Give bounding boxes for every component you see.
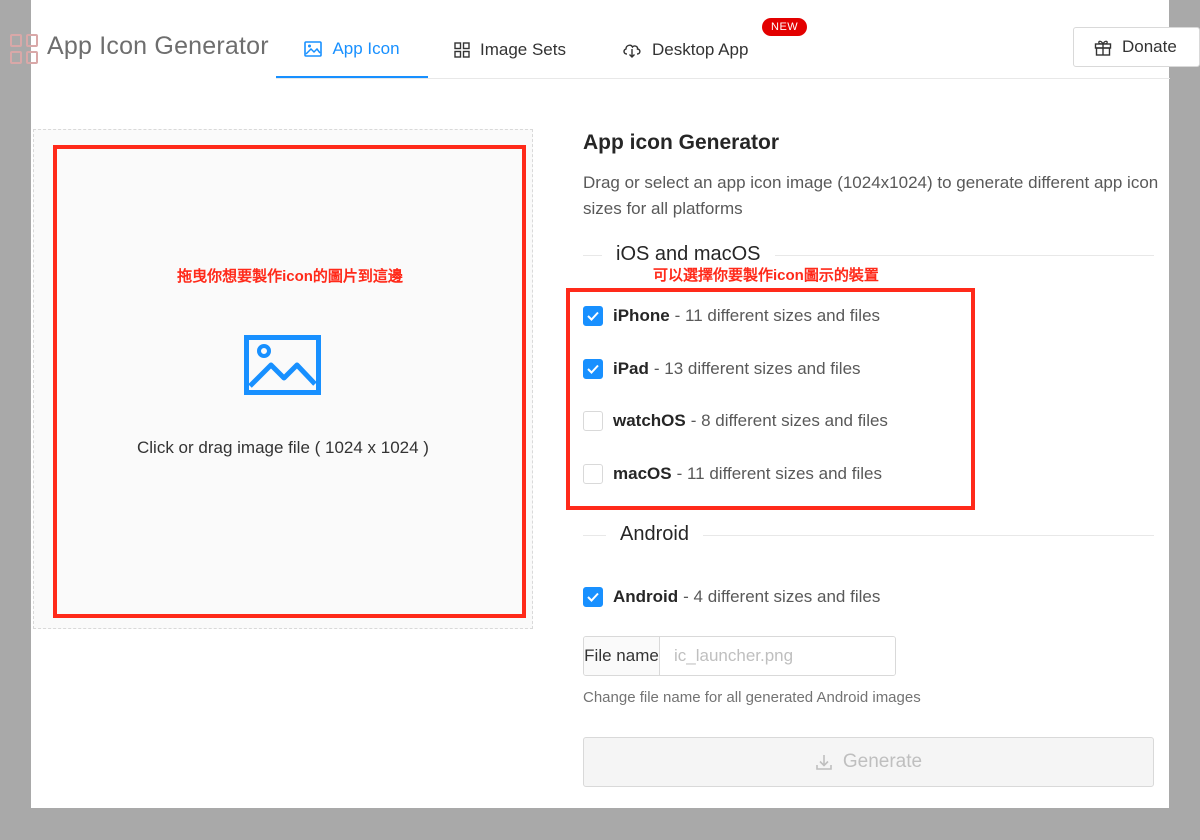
iphone-label: iPhone [613,306,670,325]
ipad-label: iPad [613,359,649,378]
download-icon [816,755,832,770]
dropzone-hint: Click or drag image file ( 1024 x 1024 ) [137,438,429,457]
grid-icon [454,42,470,58]
watchos-detail: - 8 different sizes and files [690,411,888,430]
generator-title: App icon Generator [583,131,780,154]
file-name-help: Change file name for all generated Andro… [583,689,921,706]
dropzone-annotation: 拖曳你想要製作icon的圖片到這邊 [177,268,403,285]
android-detail: - 4 different sizes and files [683,587,881,606]
gift-icon [1094,40,1112,56]
image-icon [304,41,323,57]
option-ipad[interactable]: iPad - 13 different sizes and files [583,359,861,379]
tab-app-icon-label: App Icon [332,39,400,58]
watchos-label: watchOS [613,411,686,430]
iphone-checkbox[interactable] [583,306,603,326]
tab-image-sets[interactable]: Image Sets [454,22,566,78]
top-nav: App Icon Generator App Icon Image Sets D… [0,0,1200,80]
macos-checkbox[interactable] [583,464,603,484]
android-checkbox[interactable] [583,587,603,607]
macos-detail: - 11 different sizes and files [676,464,882,483]
tab-desktop-app[interactable]: Desktop App [622,22,748,78]
generator-description: Drag or select an app icon image (1024x1… [583,173,1159,218]
option-watchos[interactable]: watchOS - 8 different sizes and files [583,411,888,431]
tab-desktop-app-label: Desktop App [652,40,749,59]
watchos-checkbox[interactable] [583,411,603,431]
generate-button[interactable]: Generate [583,737,1154,787]
new-badge: NEW [762,18,808,36]
app-logo-icon [10,34,38,64]
check-icon [587,592,599,602]
android-section-label: Android [606,523,703,546]
generate-label: Generate [842,751,923,772]
tab-app-icon[interactable]: App Icon [276,22,428,78]
android-label: Android [613,587,679,606]
iphone-detail: - 11 different sizes and files [674,306,881,325]
file-name-input[interactable] [660,637,895,675]
macos-label: macOS [613,464,672,483]
picture-icon [244,335,321,395]
app-title: App Icon Generator [47,32,269,60]
ios-section-label: iOS and macOS [602,243,775,266]
option-macos[interactable]: macOS - 11 different sizes and files [583,464,882,484]
check-icon [587,364,599,374]
option-iphone[interactable]: iPhone - 11 different sizes and files [583,306,880,326]
ios-options-annotation: 可以選擇你要製作icon圖示的裝置 [653,267,879,284]
donate-label: Donate [1122,37,1177,56]
tab-image-sets-label: Image Sets [480,40,566,59]
ipad-checkbox[interactable] [583,359,603,379]
nav-divider [276,78,1170,79]
check-icon [587,311,599,321]
file-name-group: File name [583,636,896,676]
ipad-detail: - 13 different sizes and files [653,359,861,378]
file-name-label: File name [584,637,660,675]
donate-button[interactable]: Donate [1073,27,1200,67]
cloud-download-icon [623,44,641,58]
option-android[interactable]: Android - 4 different sizes and files [583,587,880,607]
